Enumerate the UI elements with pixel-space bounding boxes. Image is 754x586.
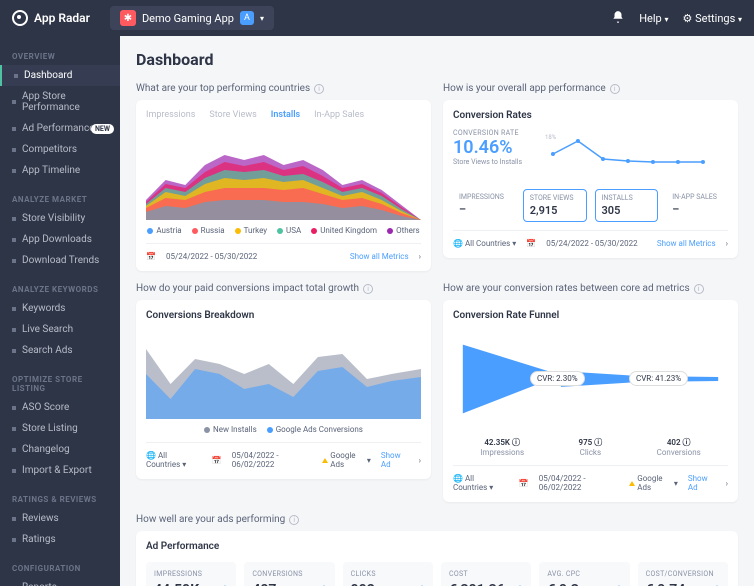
- legend-item: Russia: [192, 226, 225, 235]
- cvr-label-2: CVR: 41.23%: [629, 371, 688, 386]
- calendar-icon: 📅: [146, 252, 156, 261]
- sidebar-item-search-ads[interactable]: Search Ads: [0, 340, 120, 361]
- sidebar-item-import-&-export[interactable]: Import & Export: [0, 460, 120, 481]
- sidebar-section-title: ANALYZE KEYWORDS: [0, 279, 120, 298]
- sidebar-item-competitors[interactable]: Competitors: [0, 139, 120, 160]
- tab-in-app-sales[interactable]: In-App Sales: [314, 110, 364, 120]
- legend-item: Turkey: [235, 226, 267, 235]
- chevron-down-icon: ▾: [260, 14, 264, 23]
- metric-store-views[interactable]: STORE VIEWS2,915: [523, 189, 587, 222]
- kpi-impressions: IMPRESSIONS44.59K↑ 100%: [146, 562, 236, 586]
- calendar-icon: 📅: [526, 239, 536, 248]
- metric-installs[interactable]: INSTALLS305: [595, 189, 659, 222]
- funnel-card: Conversion Rate Funnel CVR: 2.30% CVR: 4…: [443, 300, 738, 502]
- page-title: Dashboard: [136, 50, 738, 69]
- legend-item: United Kingdom: [311, 226, 377, 235]
- sidebar-item-dashboard[interactable]: Dashboard: [0, 65, 120, 86]
- performance-card: Conversion Rates CONVERSION RATE 10.46% …: [443, 100, 738, 258]
- app-name: Demo Gaming App: [142, 12, 234, 25]
- bell-icon[interactable]: [611, 10, 625, 27]
- sidebar-section-title: CONFIGURATION: [0, 558, 120, 577]
- sidebar-item-aso-score[interactable]: ASO Score: [0, 397, 120, 418]
- sidebar-item-app-store-performance[interactable]: App Store Performance: [0, 86, 120, 118]
- sidebar-section-title: OVERVIEW: [0, 46, 120, 65]
- legend-item: USA: [277, 226, 301, 235]
- countries-filter[interactable]: 🌐 All Countries ▾: [453, 474, 509, 492]
- info-icon[interactable]: i: [289, 515, 299, 525]
- sidebar-item-reports[interactable]: Reports: [0, 577, 120, 586]
- brand-logo[interactable]: App Radar: [12, 10, 90, 26]
- sidebar-item-download-trends[interactable]: Download Trends: [0, 250, 120, 271]
- countries-filter[interactable]: 🌐 All Countries ▾: [146, 451, 202, 469]
- sidebar-section-title: RATINGS & REVIEWS: [0, 489, 120, 508]
- sidebar-section-title: ANALYZE MARKET: [0, 189, 120, 208]
- ads-question: How well are your ads performing i: [136, 514, 738, 525]
- legend-item: Austria: [147, 226, 181, 235]
- kpi-avg-cpc: AVG. CPC€ 0.3↓ 100%: [539, 562, 629, 586]
- new-badge: NEW: [91, 124, 114, 134]
- google-ads-source[interactable]: Google Ads ▾: [322, 451, 371, 469]
- sidebar-item-live-search[interactable]: Live Search: [0, 319, 120, 340]
- countries-filter[interactable]: 🌐 All Countries ▾: [453, 239, 516, 248]
- sidebar-item-app-timeline[interactable]: App Timeline: [0, 160, 120, 181]
- performance-chart: 18%: [538, 129, 728, 179]
- conversions-chart: [146, 329, 421, 419]
- funnel-stage: 402 ⓘConversions: [657, 437, 701, 457]
- performance-title: Conversion Rates: [453, 110, 728, 121]
- show-ad-link[interactable]: Show Ad: [688, 474, 716, 492]
- app-badge: A: [240, 11, 254, 25]
- countries-question: What are your top performing countries i: [136, 83, 431, 94]
- sidebar-item-store-listing[interactable]: Store Listing: [0, 418, 120, 439]
- app-selector[interactable]: ✱ Demo Gaming App A ▾: [110, 6, 274, 30]
- info-icon[interactable]: i: [610, 84, 620, 94]
- show-ad-link[interactable]: Show Ad: [381, 451, 409, 469]
- help-link[interactable]: Help ▾: [639, 12, 668, 25]
- funnel-stage: 975 ⓘClicks: [579, 437, 603, 457]
- sidebar-item-app-downloads[interactable]: App Downloads: [0, 229, 120, 250]
- ads-card: Ad Performance IMPRESSIONS44.59K↑ 100%CO…: [136, 531, 738, 586]
- cvr-label-1: CVR: 2.30%: [530, 371, 585, 386]
- kpi-conversions: CONVERSIONS407↑ 100%: [244, 562, 334, 586]
- settings-link[interactable]: ⚙ Settings ▾: [682, 12, 742, 25]
- tab-impressions[interactable]: Impressions: [146, 110, 195, 120]
- info-icon[interactable]: i: [314, 84, 324, 94]
- sidebar-section-title: OPTIMIZE STORE LISTING: [0, 369, 120, 397]
- sidebar-item-ad-performance[interactable]: Ad PerformanceNEW: [0, 118, 120, 139]
- funnel-chart: CVR: 2.30% CVR: 41.23%: [453, 329, 728, 429]
- sidebar-item-ratings[interactable]: Ratings: [0, 529, 120, 550]
- sidebar-item-store-visibility[interactable]: Store Visibility: [0, 208, 120, 229]
- sidebar: OVERVIEWDashboardApp Store PerformanceAd…: [0, 36, 120, 586]
- google-ads-source[interactable]: Google Ads ▾: [629, 474, 678, 492]
- conversions-card: Conversions Breakdown New Installs Googl…: [136, 300, 431, 479]
- app-icon: ✱: [120, 10, 136, 26]
- sidebar-item-reviews[interactable]: Reviews: [0, 508, 120, 529]
- sidebar-item-changelog[interactable]: Changelog: [0, 439, 120, 460]
- svg-text:18%: 18%: [545, 134, 557, 141]
- performance-question: How is your overall app performance i: [443, 83, 738, 94]
- info-icon[interactable]: i: [694, 284, 704, 294]
- conversions-question: How do your paid conversions impact tota…: [136, 283, 431, 294]
- kpi-clicks: CLICKS992↑ 100%: [343, 562, 433, 586]
- logo-icon: [12, 10, 28, 26]
- countries-chart: [146, 130, 421, 220]
- performance-date[interactable]: 05/24/2022 - 05/30/2022: [546, 239, 637, 248]
- info-icon[interactable]: i: [363, 284, 373, 294]
- funnel-question: How are your conversion rates between co…: [443, 283, 738, 294]
- metric-in-app-sales[interactable]: IN-APP SALES–: [666, 189, 728, 222]
- kpi-cost: COST€ 301.36↑ 100%: [441, 562, 531, 586]
- legend-item: Others: [387, 226, 420, 235]
- tab-store-views[interactable]: Store Views: [209, 110, 256, 120]
- countries-card: Impressions Store Views Installs In-App Sal…: [136, 100, 431, 271]
- kpi-cost-conversion: COST/CONVERSION€ 0.74↓ 100%: [638, 562, 728, 586]
- funnel-stage: 42.35K ⓘImpressions: [480, 437, 524, 457]
- countries-date[interactable]: 05/24/2022 - 05/30/2022: [166, 252, 257, 261]
- brand-name: App Radar: [34, 11, 90, 25]
- sidebar-item-keywords[interactable]: Keywords: [0, 298, 120, 319]
- show-metrics-link[interactable]: Show all Metrics: [657, 239, 716, 248]
- show-metrics-link[interactable]: Show all Metrics: [350, 252, 409, 261]
- metric-impressions[interactable]: IMPRESSIONS–: [453, 189, 515, 222]
- conversion-rate: 10.46%: [453, 137, 522, 158]
- tab-installs[interactable]: Installs: [271, 110, 300, 120]
